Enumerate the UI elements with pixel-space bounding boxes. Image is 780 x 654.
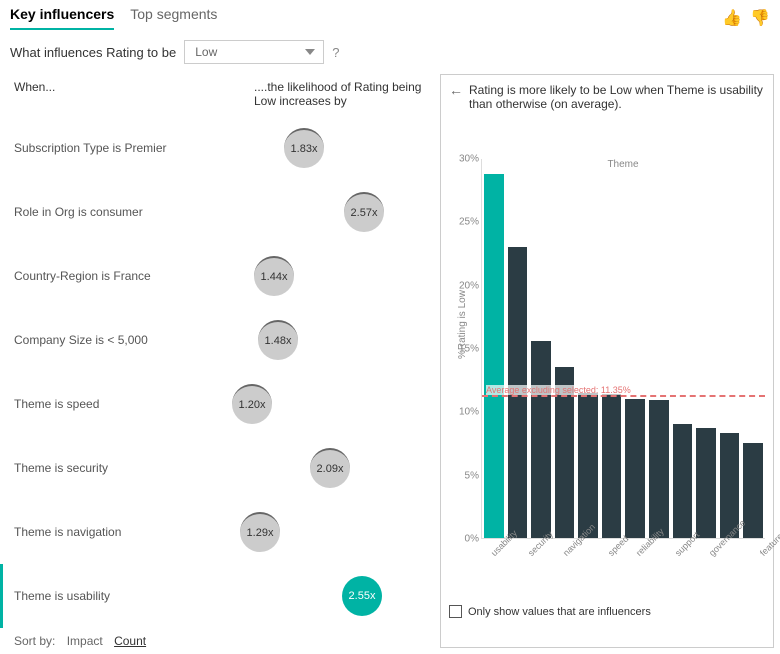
influencer-bubble[interactable]: 2.57x: [344, 192, 384, 232]
influencer-label: Theme is speed: [14, 397, 214, 411]
sort-impact[interactable]: Impact: [67, 634, 103, 648]
influencer-bubble[interactable]: 1.29x: [240, 512, 280, 552]
average-reference-line: Average excluding selected: 11.35%: [482, 395, 765, 397]
influencer-row[interactable]: Subscription Type is Premier 1.83x: [0, 116, 440, 180]
back-arrow-icon[interactable]: ←: [449, 83, 463, 97]
y-tick: 5%: [465, 470, 479, 481]
bar[interactable]: [578, 393, 598, 538]
influencer-row[interactable]: Theme is security 2.09x: [0, 436, 440, 500]
help-icon[interactable]: ?: [332, 45, 339, 60]
bar[interactable]: [531, 341, 551, 538]
bar-chart[interactable]: Average excluding selected: 11.35%: [481, 159, 765, 539]
tab-top-segments[interactable]: Top segments: [130, 6, 217, 30]
influencer-bubble[interactable]: 1.48x: [258, 320, 298, 360]
influencer-row[interactable]: Role in Org is consumer 2.57x: [0, 180, 440, 244]
bar[interactable]: [649, 400, 669, 538]
average-reference-label: Average excluding selected: 11.35%: [486, 385, 631, 395]
influencer-bubble[interactable]: 1.20x: [232, 384, 272, 424]
influencer-bubble[interactable]: 1.83x: [284, 128, 324, 168]
influencer-bubble[interactable]: 1.44x: [254, 256, 294, 296]
question-prefix: What influences Rating to be: [10, 45, 176, 60]
y-tick: 0%: [465, 534, 479, 545]
y-tick: 15%: [459, 344, 479, 355]
influencer-row[interactable]: Theme is speed 1.20x: [0, 372, 440, 436]
bar[interactable]: [673, 424, 693, 538]
influencer-bubble[interactable]: 2.09x: [310, 448, 350, 488]
sort-count[interactable]: Count: [114, 634, 146, 648]
bar[interactable]: [484, 174, 504, 538]
y-tick: 20%: [459, 280, 479, 291]
only-influencers-label: Only show values that are influencers: [468, 606, 651, 618]
y-tick: 25%: [459, 217, 479, 228]
bar[interactable]: [625, 399, 645, 538]
influencer-label: Subscription Type is Premier: [14, 141, 214, 155]
sort-label: Sort by:: [14, 634, 55, 648]
bar[interactable]: [696, 428, 716, 538]
influencer-label: Theme is navigation: [14, 525, 214, 539]
influencer-label: Country-Region is France: [14, 269, 214, 283]
thumbs-up-icon[interactable]: 👍: [722, 8, 742, 28]
chart-description: Rating is more likely to be Low when The…: [469, 83, 765, 111]
rating-dropdown[interactable]: Low: [184, 40, 324, 64]
tab-key-influencers[interactable]: Key influencers: [10, 6, 114, 30]
y-tick: 30%: [459, 154, 479, 165]
influencer-row[interactable]: Theme is usability 2.55x: [0, 564, 440, 628]
influencer-row[interactable]: Company Size is < 5,000 1.48x: [0, 308, 440, 372]
y-tick: 10%: [459, 407, 479, 418]
influencer-label: Role in Org is consumer: [14, 205, 214, 219]
col-header-when: When...: [14, 80, 254, 108]
influencer-row[interactable]: Theme is navigation 1.29x: [0, 500, 440, 564]
col-header-increase: ....the likelihood of Rating being Low i…: [254, 80, 424, 108]
influencer-label: Company Size is < 5,000: [14, 333, 214, 347]
influencer-label: Theme is usability: [14, 589, 214, 603]
bar[interactable]: [602, 394, 622, 538]
influencer-label: Theme is security: [14, 461, 214, 475]
influencer-bubble[interactable]: 2.55x: [342, 576, 382, 616]
thumbs-down-icon[interactable]: 👎: [750, 8, 770, 28]
only-influencers-checkbox[interactable]: [449, 605, 462, 618]
influencer-row[interactable]: Country-Region is France 1.44x: [0, 244, 440, 308]
